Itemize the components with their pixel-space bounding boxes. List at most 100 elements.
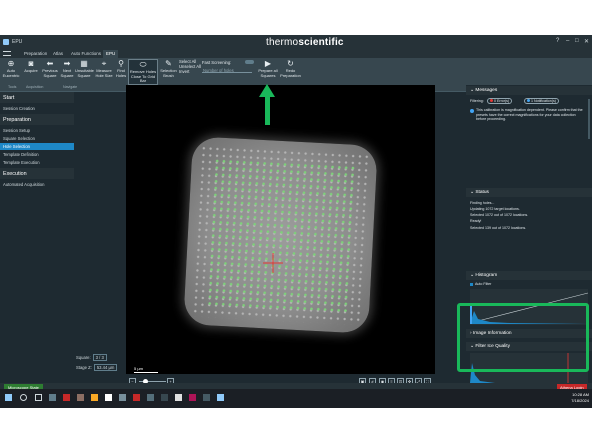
remove-holes-button[interactable]: ⬭ Remove Holes Close To Grid Bar: [128, 59, 158, 85]
scale-bar: [134, 372, 158, 373]
app-icon-12[interactable]: [203, 394, 210, 401]
nav-session-setup[interactable]: Session Setup: [0, 127, 74, 134]
redo-icon: ↻: [287, 59, 294, 68]
app-icon-4[interactable]: [91, 394, 98, 401]
app-icon-10[interactable]: [175, 394, 182, 401]
section-preparation: Preparation: [0, 114, 74, 125]
remove-holes-label: Remove Holes Close To Grid Bar: [129, 69, 157, 84]
status-title: Status: [475, 190, 489, 195]
tab-atlas[interactable]: Atlas: [50, 50, 66, 58]
search-icon[interactable]: [20, 394, 27, 401]
nav-template-definition[interactable]: Template Definition: [0, 151, 74, 158]
app-icon-11[interactable]: [189, 394, 196, 401]
stage-z-value: 53.44 µm: [93, 364, 118, 371]
tab-epu[interactable]: EPU: [103, 50, 119, 58]
main-tabs: Preparation Atlas Auto Functions EPU: [0, 49, 592, 58]
annotation-highlight-box: [457, 303, 589, 372]
annotation-arrow-head: [259, 84, 275, 97]
prepare-all-squares-button[interactable]: ▶ Prepare all Squares: [258, 59, 278, 78]
app-icon-3[interactable]: [77, 394, 84, 401]
fast-screening-toggle[interactable]: [245, 60, 254, 64]
square-counter: Square: 3 / 3: [76, 354, 107, 361]
previous-square-label: Previous Square: [42, 68, 58, 78]
unsuitable-icon: ▦: [80, 59, 88, 68]
menu-icon[interactable]: [3, 51, 11, 56]
search-icon: ⚲: [118, 59, 124, 68]
stage-z-readout: Stage Z: 53.44 µm: [76, 364, 118, 371]
status-line-2: Updating 1072 target locations.: [470, 207, 520, 211]
app-icon-1[interactable]: [49, 394, 56, 401]
nav-square-selection[interactable]: Square Selection: [0, 135, 74, 142]
square-label: Square:: [76, 355, 91, 360]
messages-title: Messages: [475, 88, 498, 93]
errors-filter-button[interactable]: 0 Error(s): [487, 98, 513, 104]
clock-time[interactable]: 10:28 AM: [556, 392, 589, 397]
messages-header[interactable]: ⌄ Messages: [466, 86, 592, 95]
status-line-3: Selected 1072 out of 1072 locations.: [470, 213, 529, 217]
workflow-panel: Start Session Creation Preparation Sessi…: [0, 92, 74, 408]
nav-template-execution[interactable]: Template Execution: [0, 159, 74, 166]
brush-icon: ✎: [165, 59, 172, 68]
nav-hole-selection[interactable]: Hole Selection: [0, 143, 74, 150]
app-logo-icon: [3, 39, 9, 45]
status-line-5: Selected 139 out of 1072 locations.: [470, 226, 527, 230]
group-acquisition: Acquisition: [26, 85, 44, 89]
tab-preparation[interactable]: Preparation: [21, 50, 50, 58]
section-execution: Execution: [0, 168, 74, 179]
app-icon-8[interactable]: [147, 394, 154, 401]
acquire-label: Acquire: [24, 68, 38, 73]
eucentric-icon: ⊕: [7, 59, 15, 68]
crosshair-icon: [263, 253, 283, 273]
errors-count: 0 Error(s): [494, 99, 510, 103]
histogram-header[interactable]: ⌄ Histogram: [466, 271, 592, 280]
notifications-filter-button[interactable]: 1 Notification(s): [524, 98, 559, 104]
clock-date[interactable]: 7/18/2024: [556, 398, 589, 403]
windows-start-icon[interactable]: [5, 394, 12, 401]
message-text: This calibration is magnification depend…: [476, 108, 583, 121]
notifications-count: 1 Notification(s): [531, 99, 556, 103]
prepare-all-squares-label: Prepare all Squares: [258, 68, 278, 78]
scale-bar-label: 5 µm: [134, 366, 143, 371]
find-holes-button[interactable]: ⚲ Find Holes: [114, 59, 128, 78]
auto-filter-checkbox[interactable]: [470, 283, 473, 286]
unsuitable-square-button[interactable]: ▦ Unsuitable Square: [75, 59, 94, 78]
auto-eucentric-button[interactable]: ⊕ Auto Eucentric: [2, 59, 20, 78]
minimize-icon[interactable]: –: [566, 38, 569, 44]
auto-filter-label: Auto Filter: [475, 282, 492, 286]
fast-screening-label: Fast Screening:: [202, 60, 232, 65]
play-icon: ▶: [264, 59, 272, 68]
selection-brush-button[interactable]: ✎ Selection Brush: [160, 59, 177, 78]
measure-hole-size-button[interactable]: ⌖ Measure Hole Size: [95, 59, 113, 78]
annotation-arrow-shaft: [265, 97, 270, 125]
app-icon-6[interactable]: [119, 394, 126, 401]
remove-holes-icon: ⬭: [139, 60, 147, 69]
grid-square-image: [183, 136, 378, 334]
redo-preparation-button[interactable]: ↻ Redo Preparation: [280, 59, 301, 78]
invert-button[interactable]: Invert: [179, 69, 189, 74]
app-icon-7[interactable]: [133, 394, 140, 401]
task-view-icon[interactable]: [35, 394, 42, 401]
help-icon[interactable]: ?: [556, 38, 559, 44]
messages-scrollbar[interactable]: [588, 99, 590, 139]
app-icon-2[interactable]: [63, 394, 70, 401]
maximize-icon[interactable]: □: [575, 38, 579, 44]
app-icon-5[interactable]: [105, 394, 112, 401]
acquire-button[interactable]: ◙ Acquire: [22, 59, 40, 74]
epu-app-icon[interactable]: [217, 394, 224, 401]
error-dot-icon: [490, 99, 493, 102]
grid-square-image-viewer[interactable]: 5 µm: [126, 85, 435, 408]
selection-brush-label: Selection Brush: [160, 68, 177, 78]
nav-automated-acquisition[interactable]: Automated Acquisition: [0, 181, 74, 188]
filtering-label: Filtering:: [470, 99, 484, 103]
auto-eucentric-label: Auto Eucentric: [2, 68, 20, 78]
app-icon-9[interactable]: [161, 394, 168, 401]
status-header[interactable]: ⌄ Status: [466, 188, 592, 197]
previous-square-button[interactable]: ⬅ Previous Square: [41, 59, 59, 78]
tab-auto-functions[interactable]: Auto Functions: [68, 50, 104, 58]
number-of-holes-placeholder: Number of holes: [203, 68, 234, 73]
stage-z-label: Stage Z:: [76, 365, 92, 370]
nav-session-creation[interactable]: Session Creation: [0, 105, 74, 112]
unsuitable-square-label: Unsuitable Square: [75, 68, 94, 78]
close-icon[interactable]: ✕: [584, 38, 589, 45]
next-square-button[interactable]: ➡ Next Square: [59, 59, 75, 78]
